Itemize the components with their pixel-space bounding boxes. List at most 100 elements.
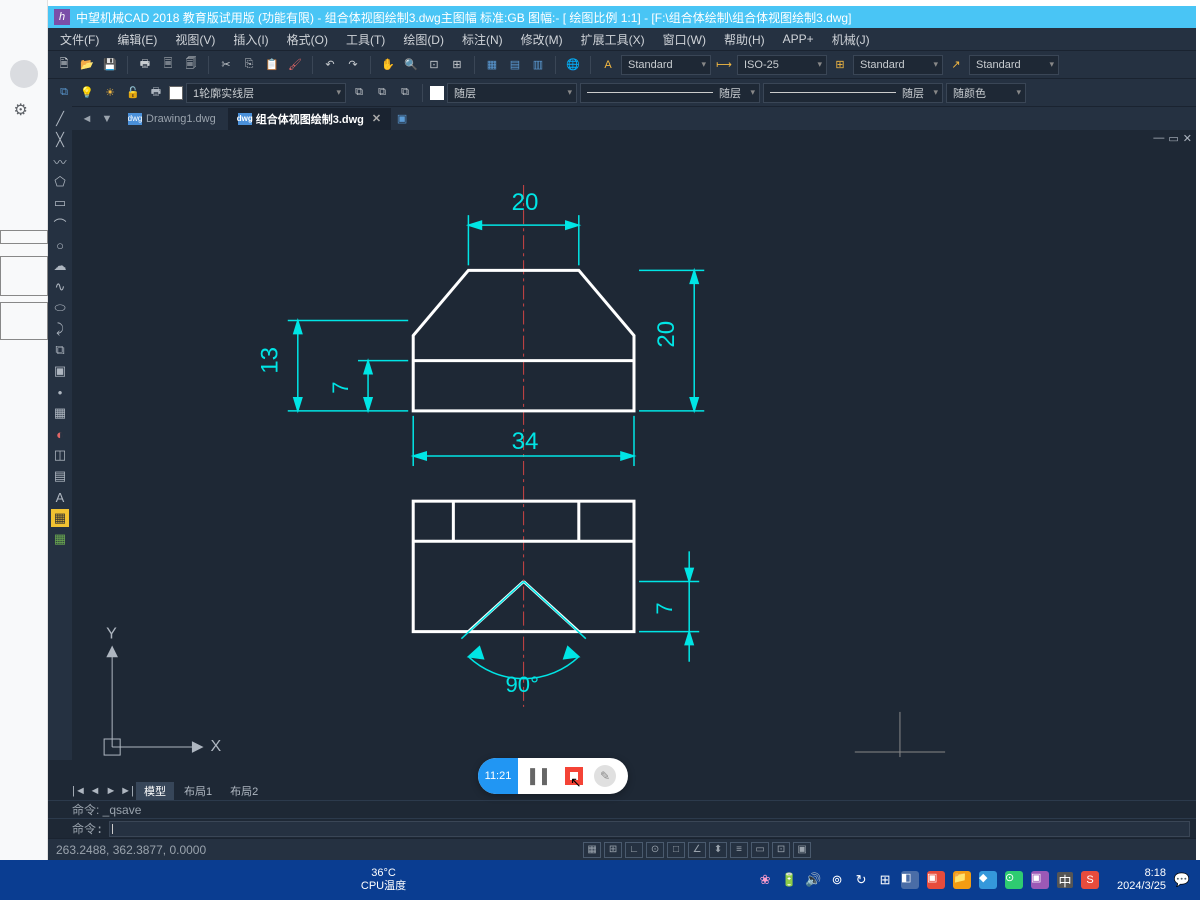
- menu-draw[interactable]: 绘图(D): [403, 31, 444, 48]
- open-icon[interactable]: 📂: [77, 55, 97, 75]
- pan-icon[interactable]: ✋: [378, 55, 398, 75]
- model-toggle[interactable]: ▭: [751, 842, 769, 858]
- spline-icon[interactable]: ∿: [51, 278, 69, 296]
- table-style-dropdown[interactable]: Standard: [853, 55, 943, 75]
- drawing-canvas[interactable]: X Y: [72, 130, 1196, 782]
- paste-icon[interactable]: 📋: [262, 55, 282, 75]
- menu-app[interactable]: APP+: [783, 32, 814, 46]
- zoom-icon[interactable]: 🔍: [401, 55, 421, 75]
- drawing-area[interactable]: — ▭ ✕ X Y: [72, 130, 1196, 782]
- redo-icon[interactable]: ↷: [343, 55, 363, 75]
- lwt-toggle[interactable]: ≡: [730, 842, 748, 858]
- text-style-icon[interactable]: A: [598, 55, 618, 75]
- point-icon[interactable]: •: [51, 383, 69, 401]
- block-icon[interactable]: ▣: [51, 362, 69, 380]
- weather-widget[interactable]: 36°C CPU温度: [361, 867, 406, 893]
- prev-icon[interactable]: ◄: [88, 785, 102, 797]
- ortho-toggle[interactable]: ∟: [625, 842, 643, 858]
- table-style-icon[interactable]: ⊞: [830, 55, 850, 75]
- shield-icon[interactable]: ⊞: [877, 872, 893, 888]
- cut-icon[interactable]: ✂: [216, 55, 236, 75]
- menu-format[interactable]: 格式(O): [287, 31, 328, 48]
- zoom-extents-icon[interactable]: ⊞: [447, 55, 467, 75]
- undo-icon[interactable]: ↶: [320, 55, 340, 75]
- menu-dimension[interactable]: 标注(N): [462, 31, 503, 48]
- dyn-toggle[interactable]: ⬍: [709, 842, 727, 858]
- ellipse-icon[interactable]: ⬭: [51, 299, 69, 317]
- mleader-style-dropdown[interactable]: Standard: [969, 55, 1059, 75]
- text-icon[interactable]: A: [51, 488, 69, 506]
- plotstyle-dropdown[interactable]: 随颜色: [946, 83, 1026, 103]
- tray-app-1[interactable]: ◧: [901, 871, 919, 889]
- layer-iso-icon[interactable]: ⧉: [395, 83, 415, 103]
- sync-icon[interactable]: ↻: [853, 872, 869, 888]
- bulb-icon[interactable]: 💡: [77, 83, 97, 103]
- tab-add-icon[interactable]: ▣: [393, 112, 411, 125]
- notifications-icon[interactable]: 💬: [1174, 872, 1190, 888]
- text-style-dropdown[interactable]: Standard: [621, 55, 711, 75]
- menu-file[interactable]: 文件(F): [60, 31, 99, 48]
- region-icon[interactable]: ◫: [51, 446, 69, 464]
- palette-icon[interactable]: ▦: [51, 509, 69, 527]
- mleader-style-icon[interactable]: ↗: [946, 55, 966, 75]
- tab-menu-icon[interactable]: ▼: [98, 113, 116, 125]
- tool2-icon[interactable]: ▤: [505, 55, 525, 75]
- layer-manager-icon[interactable]: ⧉: [54, 83, 74, 103]
- qp-toggle[interactable]: ⊡: [772, 842, 790, 858]
- layer-prev-icon[interactable]: ⧉: [349, 83, 369, 103]
- last-icon[interactable]: ►|: [120, 785, 134, 797]
- match-icon[interactable]: 🖌: [285, 55, 305, 75]
- wifi-icon[interactable]: ⊚: [829, 872, 845, 888]
- gradient-icon[interactable]: ◐: [51, 425, 69, 443]
- layout1-tab[interactable]: 布局1: [176, 782, 220, 800]
- tray-app-3[interactable]: 📁: [953, 871, 971, 889]
- pen-icon[interactable]: ✎: [594, 765, 616, 787]
- publish-icon[interactable]: 🗐: [181, 55, 201, 75]
- next-icon[interactable]: ►: [104, 785, 118, 797]
- ime-lang[interactable]: 中: [1057, 872, 1073, 888]
- lock-icon[interactable]: 🔓: [123, 83, 143, 103]
- zoom-window-icon[interactable]: ⊡: [424, 55, 444, 75]
- layout2-tab[interactable]: 布局2: [222, 782, 266, 800]
- menu-insert[interactable]: 插入(I): [233, 31, 268, 48]
- layer-states-icon[interactable]: ⧉: [372, 83, 392, 103]
- tab-prev-icon[interactable]: ◄: [78, 113, 96, 125]
- menu-modify[interactable]: 修改(M): [521, 31, 563, 48]
- dim-style-icon[interactable]: ⟼: [714, 55, 734, 75]
- flower-icon[interactable]: ❀: [757, 872, 773, 888]
- copy-icon[interactable]: ⎘: [239, 55, 259, 75]
- file-tab-1[interactable]: dwg Drawing1.dwg: [118, 110, 226, 128]
- tray-app-4[interactable]: ◆: [979, 871, 997, 889]
- first-icon[interactable]: |◄: [72, 785, 86, 797]
- menu-window[interactable]: 窗口(W): [663, 31, 706, 48]
- dim-style-dropdown[interactable]: ISO-25: [737, 55, 827, 75]
- sun-icon[interactable]: ☀: [100, 83, 120, 103]
- pline-icon[interactable]: 〰: [51, 152, 69, 170]
- polygon-icon[interactable]: ⬠: [51, 173, 69, 191]
- menu-help[interactable]: 帮助(H): [724, 31, 765, 48]
- close-icon[interactable]: ✕: [372, 112, 381, 125]
- osnap-toggle[interactable]: □: [667, 842, 685, 858]
- command-input[interactable]: [109, 821, 1190, 837]
- tray-app-5[interactable]: ⊙: [1005, 871, 1023, 889]
- insert-icon[interactable]: ⧉: [51, 341, 69, 359]
- menu-view[interactable]: 视图(V): [175, 31, 215, 48]
- globe-icon[interactable]: 🌐: [563, 55, 583, 75]
- circle-icon[interactable]: ○: [51, 236, 69, 254]
- hatch-icon[interactable]: ▦: [51, 404, 69, 422]
- rect-icon[interactable]: ▭: [51, 194, 69, 212]
- new-icon[interactable]: 🗎: [54, 55, 74, 75]
- plot-icon[interactable]: 🖶: [146, 83, 166, 103]
- layer-dropdown[interactable]: 1轮廓实线层: [186, 83, 346, 103]
- model-tab[interactable]: 模型: [136, 782, 174, 800]
- table-icon[interactable]: ▤: [51, 467, 69, 485]
- tool1-icon[interactable]: ▦: [482, 55, 502, 75]
- menu-mechanical[interactable]: 机械(J): [832, 31, 870, 48]
- file-tab-2[interactable]: dwg 组合体视图绘制3.dwg ✕: [228, 108, 391, 130]
- tray-app-6[interactable]: ▣: [1031, 871, 1049, 889]
- grid-toggle[interactable]: ▦: [583, 842, 601, 858]
- snap-toggle[interactable]: ⊞: [604, 842, 622, 858]
- battery-icon[interactable]: 🔋: [781, 872, 797, 888]
- tray-app-2[interactable]: ▣: [927, 871, 945, 889]
- pause-icon[interactable]: ▌▌: [530, 764, 554, 788]
